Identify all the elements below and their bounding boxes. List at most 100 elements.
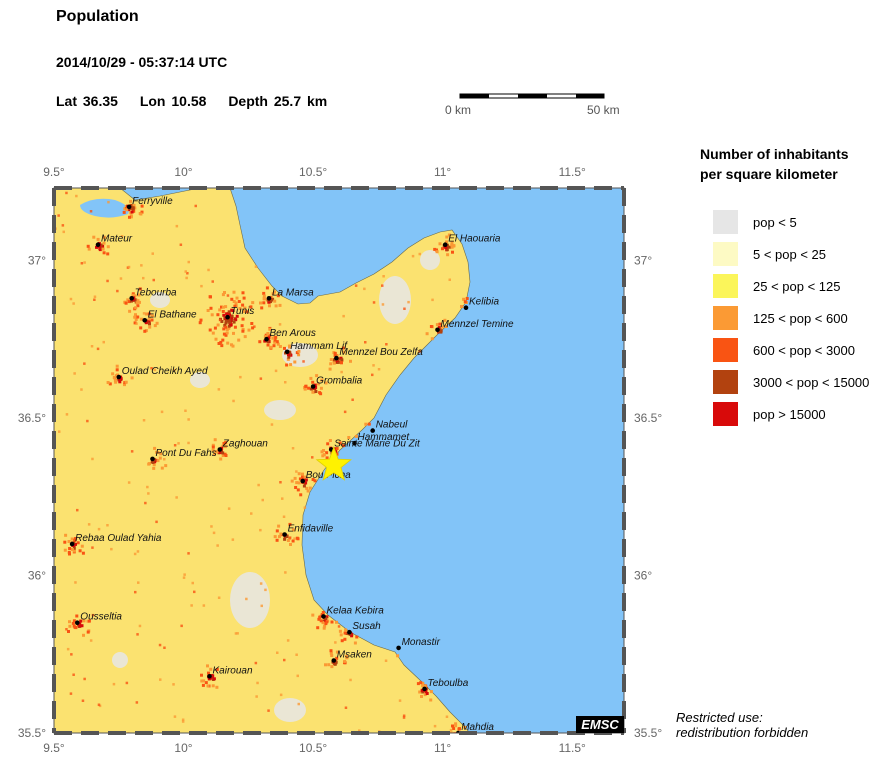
city-label: Grombalia	[316, 376, 363, 387]
x-tick-label-top: 11°	[434, 165, 451, 179]
city-marker	[264, 336, 269, 342]
city-label: La Marsa	[272, 287, 314, 298]
y-tick-label-right: 35.5°	[634, 726, 662, 740]
y-tick-label-right: 37°	[634, 254, 652, 268]
city-label: Pont Du Fahs	[156, 448, 217, 459]
x-tick-label-bottom: 11°	[434, 741, 451, 755]
legend-title: Number of inhabitants per square kilomet…	[700, 144, 880, 184]
y-tick-label-right: 36.5°	[634, 411, 662, 425]
x-tick-label-top: 9.5°	[43, 165, 65, 179]
legend-label: 25 < pop < 125	[753, 278, 841, 294]
city-marker	[266, 296, 272, 301]
legend-swatch	[713, 306, 738, 330]
city-label: Teboulba	[428, 678, 469, 689]
scale-bar	[459, 93, 605, 99]
legend-swatch	[713, 338, 738, 362]
legend-swatch	[713, 210, 738, 234]
city-marker	[396, 645, 401, 651]
city-label: Rebaa Oulad Yahia	[75, 533, 162, 544]
scale-label-left: 0 km	[445, 103, 472, 117]
city-label: Oulad Cheikh Ayed	[122, 366, 208, 377]
city-marker	[142, 318, 147, 323]
city-label: Ben Arous	[270, 328, 316, 339]
city-label: Kelaa Kebira	[327, 605, 385, 616]
legend-item: 125 < pop < 600	[713, 306, 848, 330]
city-marker	[321, 614, 326, 619]
legend-swatch	[713, 242, 738, 266]
city-marker	[69, 541, 75, 547]
city-label: Nabeul	[376, 420, 408, 431]
city-marker	[75, 620, 80, 625]
city-label: Enfidaville	[288, 524, 334, 535]
x-tick-label-top: 10.5°	[299, 165, 327, 179]
city-label: Mennzel Temine	[441, 319, 514, 330]
city-label: Tebourba	[135, 287, 177, 298]
city-marker	[207, 674, 212, 679]
city-marker	[331, 658, 337, 663]
legend-label: pop < 5	[753, 214, 797, 230]
city-label: Zaghouan	[222, 439, 268, 450]
usage-note: Restricted use: redistribution forbidden	[676, 710, 808, 740]
y-tick-label-right: 36°	[634, 569, 652, 583]
usage-note-line1: Restricted use:	[676, 710, 763, 725]
emsc-logo: EMSC	[576, 716, 624, 733]
x-tick-label-bottom: 11.5°	[559, 741, 586, 755]
legend-item: pop < 5	[713, 210, 797, 234]
y-tick-label-left: 35.5°	[18, 726, 46, 740]
city-marker	[116, 374, 122, 380]
usage-note-line2: redistribution forbidden	[676, 725, 809, 740]
city-label: Hammamet	[358, 432, 411, 443]
legend-label: 5 < pop < 25	[753, 246, 827, 262]
city-label: Susah	[352, 621, 381, 632]
y-tick-label-left: 36.5°	[18, 411, 46, 425]
legend-title-line2: per square kilometer	[700, 166, 838, 182]
legend-swatch	[713, 402, 738, 426]
city-marker	[310, 384, 316, 389]
city-label: El Bathane	[148, 309, 197, 320]
legend-label: 125 < pop < 600	[753, 310, 848, 326]
city-marker	[95, 242, 101, 247]
y-tick-label-left: 36°	[28, 569, 46, 583]
city-label: Ferryville	[132, 196, 173, 207]
city-label: Kairouan	[213, 665, 253, 676]
city-marker	[225, 314, 230, 320]
emsc-logo-text: EMSC	[581, 717, 619, 732]
city-label: Tunis	[231, 306, 255, 317]
legend-item: pop > 15000	[713, 402, 826, 426]
x-tick-label-top: 11.5°	[559, 165, 586, 179]
legend-item: 600 < pop < 3000	[713, 338, 855, 362]
legend-swatch	[713, 274, 738, 298]
legend-title-line1: Number of inhabitants	[700, 146, 849, 162]
city-marker	[422, 686, 427, 692]
legend-label: 3000 < pop < 15000	[753, 374, 870, 390]
legend-item: 3000 < pop < 15000	[713, 370, 869, 394]
city-marker	[463, 305, 469, 311]
city-marker	[435, 327, 440, 333]
city-label: Ousseltia	[80, 612, 122, 623]
city-label: Mennzel Bou Zelfa	[339, 347, 423, 358]
city-marker	[442, 242, 448, 247]
legend-label: pop > 15000	[753, 406, 826, 422]
scale-label-right: 50 km	[587, 103, 620, 117]
legend-item: 25 < pop < 125	[713, 274, 840, 298]
city-marker	[284, 349, 290, 355]
city-marker	[347, 629, 352, 635]
city-label: Kelibia	[469, 297, 499, 308]
city-label: Monastir	[402, 637, 441, 648]
city-marker	[126, 204, 132, 210]
x-tick-label-bottom: 10.5°	[299, 741, 327, 755]
city-marker	[300, 478, 306, 484]
y-tick-label-left: 37°	[28, 254, 46, 268]
city-marker	[129, 296, 134, 301]
legend-label: 600 < pop < 3000	[753, 342, 855, 358]
legend-item: 5 < pop < 25	[713, 242, 826, 266]
city-marker	[150, 456, 155, 462]
city-marker	[217, 447, 223, 452]
city-label: El Haouaria	[448, 234, 501, 245]
x-tick-label-bottom: 10°	[174, 741, 192, 755]
x-tick-label-bottom: 9.5°	[43, 741, 65, 755]
legend-swatch	[713, 370, 738, 394]
city-marker	[282, 532, 287, 537]
x-tick-label-top: 10°	[174, 165, 192, 179]
city-marker	[334, 355, 339, 361]
